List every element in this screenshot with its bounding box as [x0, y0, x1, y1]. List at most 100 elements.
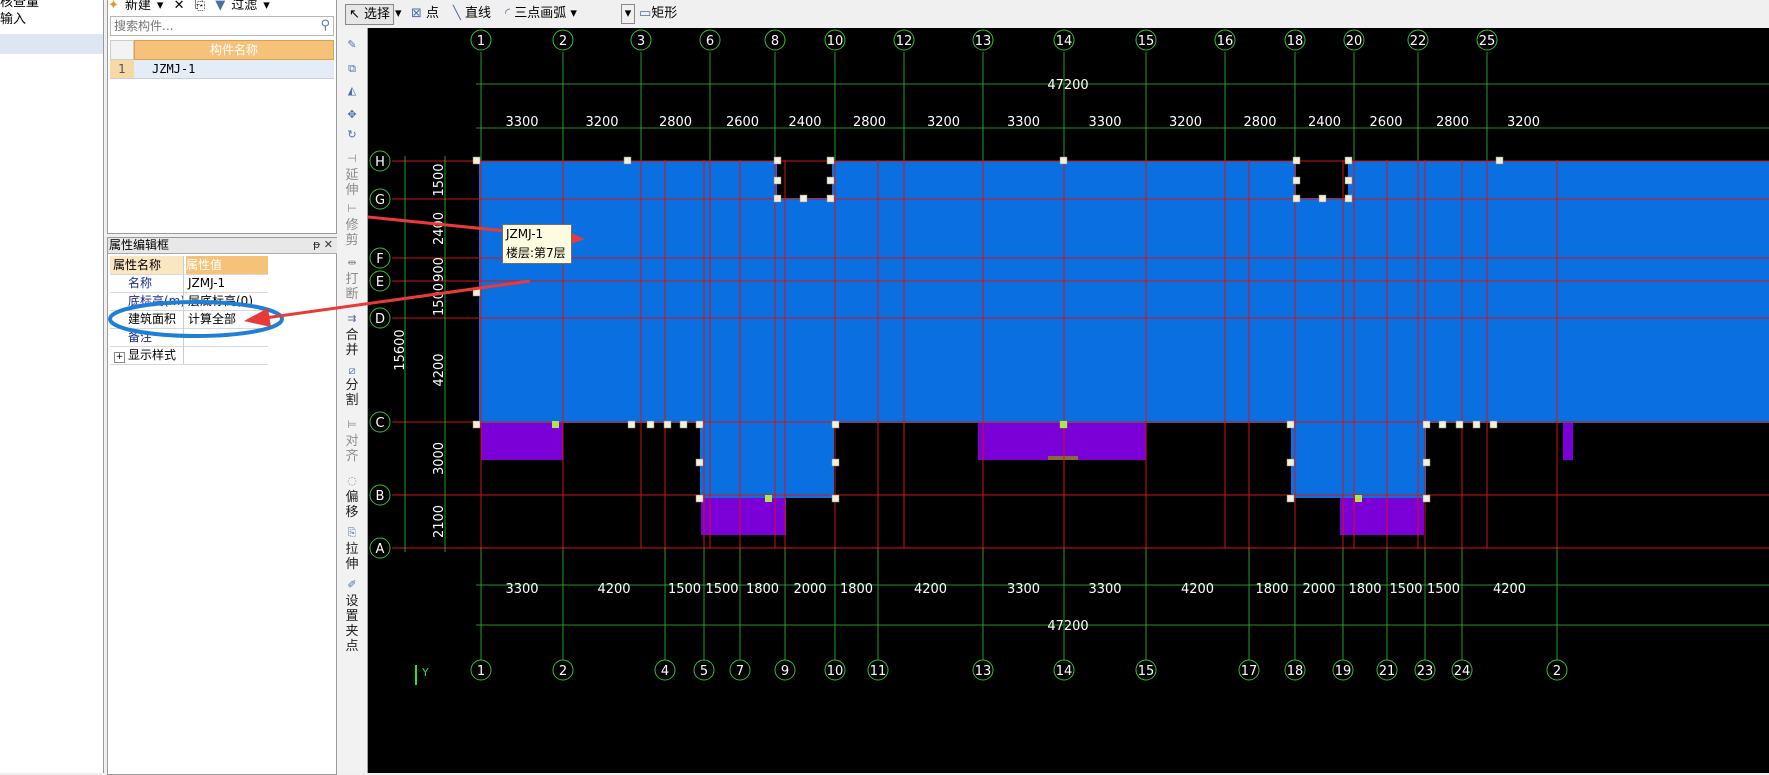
filter-button[interactable]: ▼ 过滤 ▾ [215, 0, 270, 13]
ucs-label: Y [421, 666, 429, 679]
grip-handle [826, 176, 835, 185]
property-row[interactable]: 备注 [110, 328, 268, 347]
property-row[interactable]: + 显示样式 [110, 346, 268, 365]
trim-button[interactable]: 修剪 [337, 218, 367, 248]
split-button[interactable]: 分割 [337, 378, 367, 408]
pin-icon[interactable]: ᵽ [313, 238, 320, 251]
component-toolbar: ✦ 新建 ▾ ✕ ⎘ ▼ 过滤 ▾ [108, 0, 336, 14]
axis-label-top: 16 [1217, 34, 1234, 49]
rectangle-icon: ▭ [639, 6, 652, 21]
property-row[interactable]: 底标高(m) 层底标高(0) [110, 292, 268, 311]
dimension-value: 2400 [432, 212, 447, 245]
dimension-value: 2800 [1436, 115, 1469, 130]
stair-void [1296, 161, 1348, 198]
column-header-name[interactable]: 构件名称 [134, 40, 334, 60]
grip-handle [773, 176, 782, 185]
property-value[interactable]: 计算全部 [186, 310, 270, 328]
line-icon: ╲ [453, 6, 461, 21]
select-dropdown-icon[interactable]: ▾ [395, 4, 402, 24]
cursor-icon: ↖ [349, 7, 360, 22]
property-name-label: 显示样式 [128, 348, 177, 362]
expand-icon[interactable]: + [114, 352, 125, 363]
grip-handle [1422, 458, 1431, 467]
column-marker [1048, 456, 1078, 460]
point-button[interactable]: ⊠ 点 [411, 4, 439, 24]
property-row[interactable]: 建筑面积 计算全部 [110, 310, 268, 329]
cad-drawing-canvas[interactable]: 1 2 3 6 8 10 12 13 14 15 16 18 20 22 25 1 2 4 5 7 9 10 11 13 14 1… [368, 28, 1769, 773]
axis-label-row: A [376, 542, 385, 557]
dimension-value: 1800 [1348, 582, 1381, 597]
balcony-area [1563, 423, 1573, 460]
dimension-value: 4200 [432, 353, 447, 386]
component-name-cell[interactable]: JZMJ-1 [152, 60, 195, 78]
copy-button[interactable]: ⎘ [195, 0, 205, 13]
dimension-value: 1500 [705, 582, 738, 597]
close-icon[interactable]: ✕ [324, 238, 333, 251]
rotate-icon[interactable]: ↻ [344, 128, 360, 142]
pen-icon[interactable]: ✎ [344, 38, 360, 52]
left-nav-item-selected[interactable] [0, 34, 103, 54]
axis-label-row: E [376, 275, 384, 290]
align-button[interactable]: 对齐 [337, 434, 367, 464]
rectangle-button[interactable]: ▭矩形 [639, 4, 677, 24]
stretch-button[interactable]: 拉伸 [337, 542, 367, 572]
dimension-value: 3300 [1088, 115, 1121, 130]
component-grid-header: 构件名称 [110, 40, 334, 60]
property-editor-titlebar: 属性编辑框 ᵽ ✕ [108, 238, 337, 254]
left-nav-panel: 核查量 输入 [0, 0, 104, 773]
axis-label-top: 12 [896, 34, 913, 49]
extend-button[interactable]: 延伸 [337, 168, 367, 198]
search-box: ⚲ [110, 16, 334, 36]
offset-button[interactable]: 偏移 [337, 490, 367, 520]
search-input[interactable] [111, 17, 317, 35]
arc-button[interactable]: ◜ 三点画弧 ▾ [505, 4, 577, 24]
property-value[interactable]: 层底标高(0) [186, 292, 270, 310]
mirror-icon[interactable]: ◭ [344, 84, 360, 98]
table-row[interactable]: 1 JZMJ-1 [110, 60, 334, 79]
set-grip-button[interactable]: 设置夹点 [337, 594, 367, 654]
new-button[interactable]: ✦ 新建 ▾ [108, 0, 163, 13]
merge-button[interactable]: 合并 [337, 328, 367, 358]
dimension-total: 15600 [393, 329, 408, 370]
select-button[interactable]: ↖ 选择 [345, 4, 395, 25]
property-value[interactable]: JZMJ-1 [186, 274, 270, 292]
grip-handle [773, 194, 782, 203]
dimension-value: 1800 [840, 582, 873, 597]
axis-label-bottom: 5 [700, 664, 708, 679]
dimension-total: 47200 [1047, 619, 1088, 634]
axis-label-bottom: 24 [1454, 664, 1471, 679]
axis-label-top: 13 [975, 34, 992, 49]
axis-label-bottom: 2 [559, 664, 567, 679]
delete-button[interactable]: ✕ [174, 0, 185, 13]
row-index: 1 [110, 60, 134, 78]
grip-handle [1286, 420, 1295, 429]
property-value[interactable] [186, 328, 268, 346]
merge-icon: ⇉ [347, 312, 357, 325]
break-button[interactable]: 打断 [337, 272, 367, 302]
dimension-value: 2600 [726, 115, 759, 130]
search-icon[interactable]: ⚲ [320, 18, 330, 33]
line-button[interactable]: ╲ 直线 [453, 4, 491, 24]
cad-drawing[interactable]: 1 2 3 6 8 10 12 13 14 15 16 18 20 22 251 2 4 5 7 9 10 11 13 14 1… [368, 28, 1769, 773]
grip-handle [1344, 194, 1353, 203]
axis-label-top: 6 [706, 34, 714, 49]
property-row[interactable]: 名称 JZMJ-1 [110, 274, 268, 293]
move-icon[interactable]: ✥ [344, 108, 360, 122]
dimension-value: 1800 [746, 582, 779, 597]
building-area-polygon [479, 161, 1769, 423]
arc-icon: ◜ [505, 6, 511, 21]
property-value[interactable] [186, 346, 268, 364]
axis-label-top: 14 [1056, 34, 1073, 49]
copy-icon[interactable]: ⧉ [344, 62, 360, 76]
axis-label-bottom: 2 [1553, 664, 1561, 679]
axis-label-row: F [376, 252, 383, 267]
building-area-polygon [1291, 423, 1426, 498]
new-icon: ✦ [108, 0, 119, 13]
dimension-value: 1800 [1255, 582, 1288, 597]
left-nav-item[interactable]: 输入 [0, 11, 103, 29]
dimension-value: 4200 [1493, 582, 1526, 597]
arc-dropdown-icon[interactable]: ▾ [621, 4, 635, 24]
dimension-value: 1500 [668, 582, 701, 597]
dimension-value: 3200 [1169, 115, 1202, 130]
axis-label-row: H [375, 155, 385, 170]
